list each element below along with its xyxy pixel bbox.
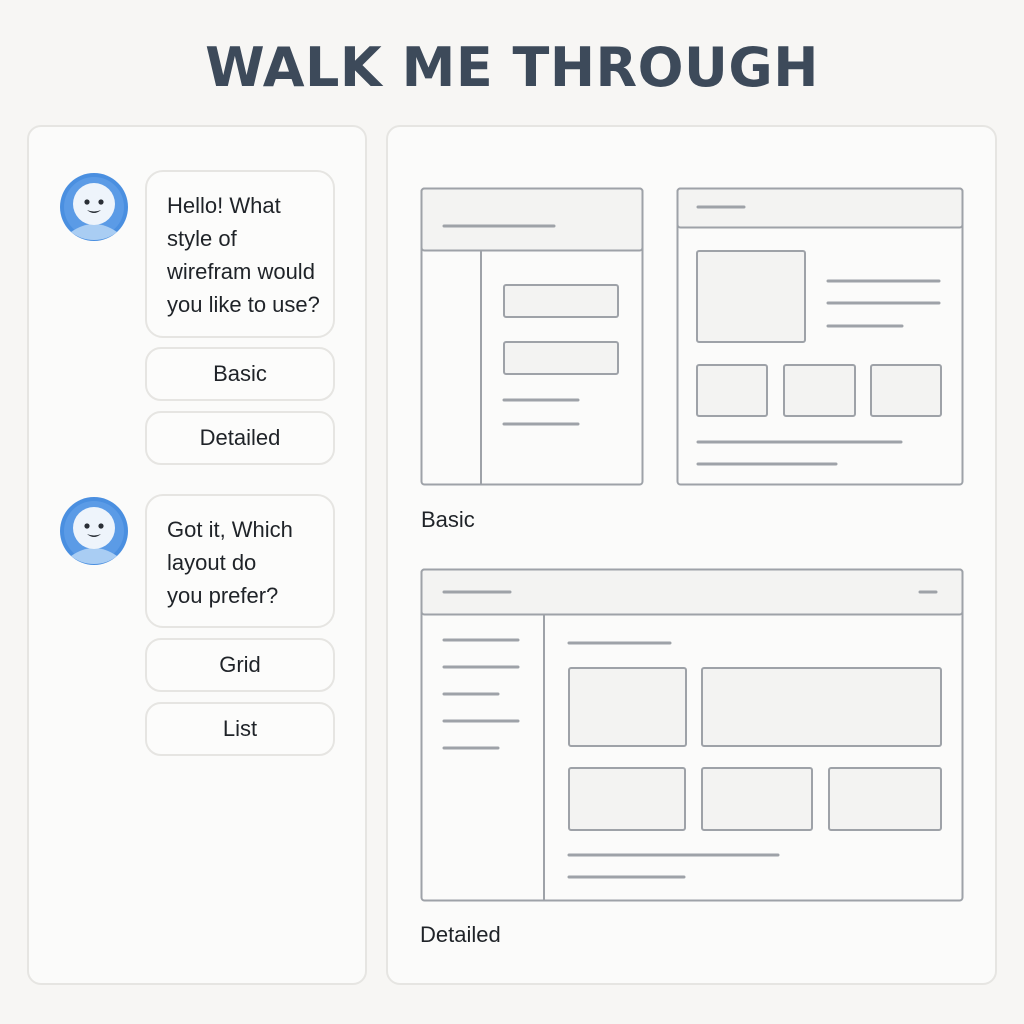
basic-wireframe-sidebar-layout[interactable] [420,187,644,487]
basic-wireframe-content-layout[interactable] [676,187,964,487]
basic-label: Basic [421,507,475,532]
assistant-avatar-icon [60,497,128,565]
option-detailed-button[interactable]: Detailed [145,411,335,465]
assistant-message-1: Hello! What style of wirefram would you … [145,170,335,338]
option-grid-button[interactable]: Grid [145,638,335,692]
option-list-button[interactable]: List [145,702,335,756]
detailed-label: Detailed [420,922,501,947]
detailed-wireframe[interactable] [420,568,964,902]
assistant-avatar-icon [60,173,128,241]
chat-panel: Hello! What style of wirefram would you … [27,125,367,985]
assistant-message-2: Got it, Which layout do you prefer? [145,494,335,628]
preview-panel: Basic Detailed [386,125,997,985]
page-title: WALK ME THROUGH [205,36,819,99]
option-basic-button[interactable]: Basic [145,347,335,401]
